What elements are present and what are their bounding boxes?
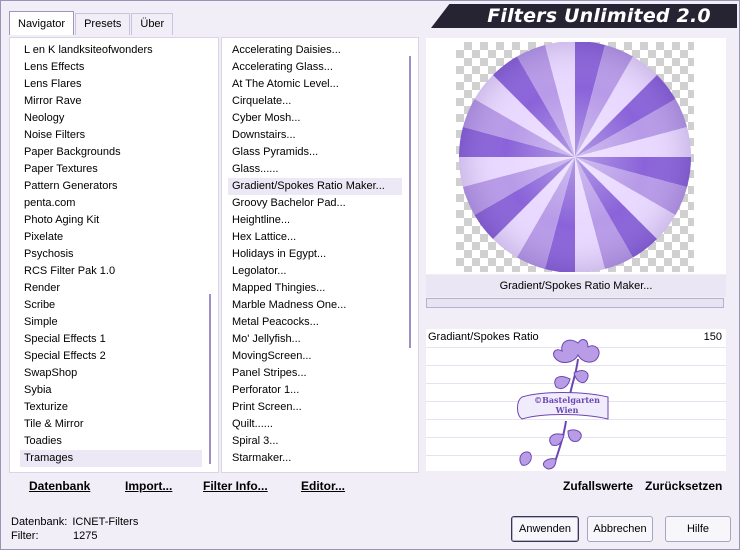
reset-button[interactable]: Zurücksetzen (645, 479, 722, 493)
preview-progress-bar (426, 298, 724, 308)
status-db-label: Datenbank: (11, 516, 68, 528)
category-item[interactable]: Pattern Generators (20, 178, 202, 195)
filter-item[interactable]: Groovy Bachelor Pad... (228, 195, 402, 212)
filter-item[interactable]: Perforator 1... (228, 382, 402, 399)
status-filter-value: 1275 (73, 530, 98, 542)
filter-scrollbar[interactable] (404, 38, 416, 472)
category-item[interactable]: Mirror Rave (20, 93, 202, 110)
category-item[interactable]: Toadies (20, 433, 202, 450)
help-button[interactable]: Hilfe (665, 516, 731, 542)
tab-about[interactable]: Über (131, 13, 174, 35)
filter-item[interactable]: Glass...... (228, 161, 402, 178)
category-scrollbar[interactable] (204, 38, 216, 472)
filters-unlimited-window: Navigator Presets Über Filters Unlimited… (0, 0, 740, 550)
filter-item[interactable]: Glass Pyramids... (228, 144, 402, 161)
category-scroll-thumb[interactable] (209, 294, 211, 464)
filter-item[interactable]: Print Screen... (228, 399, 402, 416)
editor-button[interactable]: Editor... (301, 479, 345, 493)
import-button[interactable]: Import... (125, 479, 172, 493)
filter-item[interactable]: Legolator... (228, 263, 402, 280)
category-item[interactable]: RCS Filter Pak 1.0 (20, 263, 202, 280)
filter-item[interactable]: Cirquelate... (228, 93, 402, 110)
category-item[interactable]: Scribe (20, 297, 202, 314)
filter-item[interactable]: Accelerating Daisies... (228, 42, 402, 59)
cancel-button[interactable]: Abbrechen (587, 516, 653, 542)
filter-item[interactable]: Gradient/Spokes Ratio Maker... (228, 178, 402, 195)
category-item[interactable]: Lens Flares (20, 76, 202, 93)
filter-item[interactable]: Accelerating Glass... (228, 59, 402, 76)
category-item[interactable]: Special Effects 1 (20, 331, 202, 348)
category-list: L en K landksiteofwonders Lens Effects Len… (20, 42, 202, 470)
tab-presets[interactable]: Presets (75, 13, 131, 35)
param-ratio-value[interactable]: 150 (704, 331, 722, 343)
filter-item[interactable]: Panel Stripes... (228, 365, 402, 382)
category-item[interactable]: penta.com (20, 195, 202, 212)
category-item[interactable]: Paper Backgrounds (20, 144, 202, 161)
filter-item[interactable]: MovingScreen... (228, 348, 402, 365)
status-filter-label: Filter: (11, 530, 39, 542)
category-item[interactable]: Render (20, 280, 202, 297)
filter-scroll-thumb[interactable] (409, 56, 411, 348)
category-item[interactable]: Neology (20, 110, 202, 127)
category-item[interactable]: Psychosis (20, 246, 202, 263)
filter-item[interactable]: Spiral 3... (228, 433, 402, 450)
category-item[interactable]: Tramages (20, 450, 202, 467)
filter-item[interactable]: Heightline... (228, 212, 402, 229)
category-panel: L en K landksiteofwonders Lens Effects Len… (9, 37, 219, 473)
filter-item[interactable]: Downstairs... (228, 127, 402, 144)
filter-item[interactable]: Mo' Jellyfish... (228, 331, 402, 348)
tab-bar: Navigator Presets Über (9, 11, 174, 35)
random-values-button[interactable]: Zufallswerte (563, 479, 633, 493)
preview-area (426, 38, 726, 274)
status-database: Datenbank: ICNET-Filters (11, 516, 138, 528)
category-item[interactable]: Pixelate (20, 229, 202, 246)
parameter-area: Gradiant/Spokes Ratio 150 ©Bastelgarten … (426, 329, 726, 471)
category-item[interactable]: Photo Aging Kit (20, 212, 202, 229)
filter-item[interactable]: Metal Peacocks... (228, 314, 402, 331)
filter-panel: Accelerating Daisies... Accelerating Glas… (221, 37, 419, 473)
category-item[interactable]: Paper Textures (20, 161, 202, 178)
category-item[interactable]: L en K landksiteofwonders (20, 42, 202, 59)
apply-button[interactable]: Anwenden (511, 516, 579, 542)
filter-info-button[interactable]: Filter Info... (203, 479, 268, 493)
app-title: Filters Unlimited 2.0 (487, 5, 711, 27)
status-db-value: ICNET-Filters (72, 516, 139, 528)
category-item[interactable]: Special Effects 2 (20, 348, 202, 365)
filter-item[interactable]: Quilt...... (228, 416, 402, 433)
status-filter-count: Filter: 1275 (11, 530, 97, 542)
category-item[interactable]: Tile & Mirror (20, 416, 202, 433)
category-item[interactable]: SwapShop (20, 365, 202, 382)
filter-item[interactable]: Mapped Thingies... (228, 280, 402, 297)
filter-item[interactable]: Marble Madness One... (228, 297, 402, 314)
filter-item[interactable]: Holidays in Egypt... (228, 246, 402, 263)
category-item[interactable]: Simple (20, 314, 202, 331)
datenbank-button[interactable]: Datenbank (29, 479, 90, 493)
filter-item[interactable]: At The Atomic Level... (228, 76, 402, 93)
category-item[interactable]: Noise Filters (20, 127, 202, 144)
watermark-text: ©Bastelgarten Wien (534, 395, 600, 415)
tab-navigator[interactable]: Navigator (9, 11, 75, 35)
category-item[interactable]: Texturize (20, 399, 202, 416)
filter-item[interactable]: Hex Lattice... (228, 229, 402, 246)
category-item[interactable]: Lens Effects (20, 59, 202, 76)
spokes-preview-image (459, 42, 691, 272)
preview-filter-name: Gradient/Spokes Ratio Maker... (426, 275, 726, 297)
filter-list: Accelerating Daisies... Accelerating Glas… (228, 42, 402, 470)
filter-item[interactable]: Starmaker... (228, 450, 402, 467)
filter-item[interactable]: Cyber Mosh... (228, 110, 402, 127)
category-item[interactable]: Sybia (20, 382, 202, 399)
